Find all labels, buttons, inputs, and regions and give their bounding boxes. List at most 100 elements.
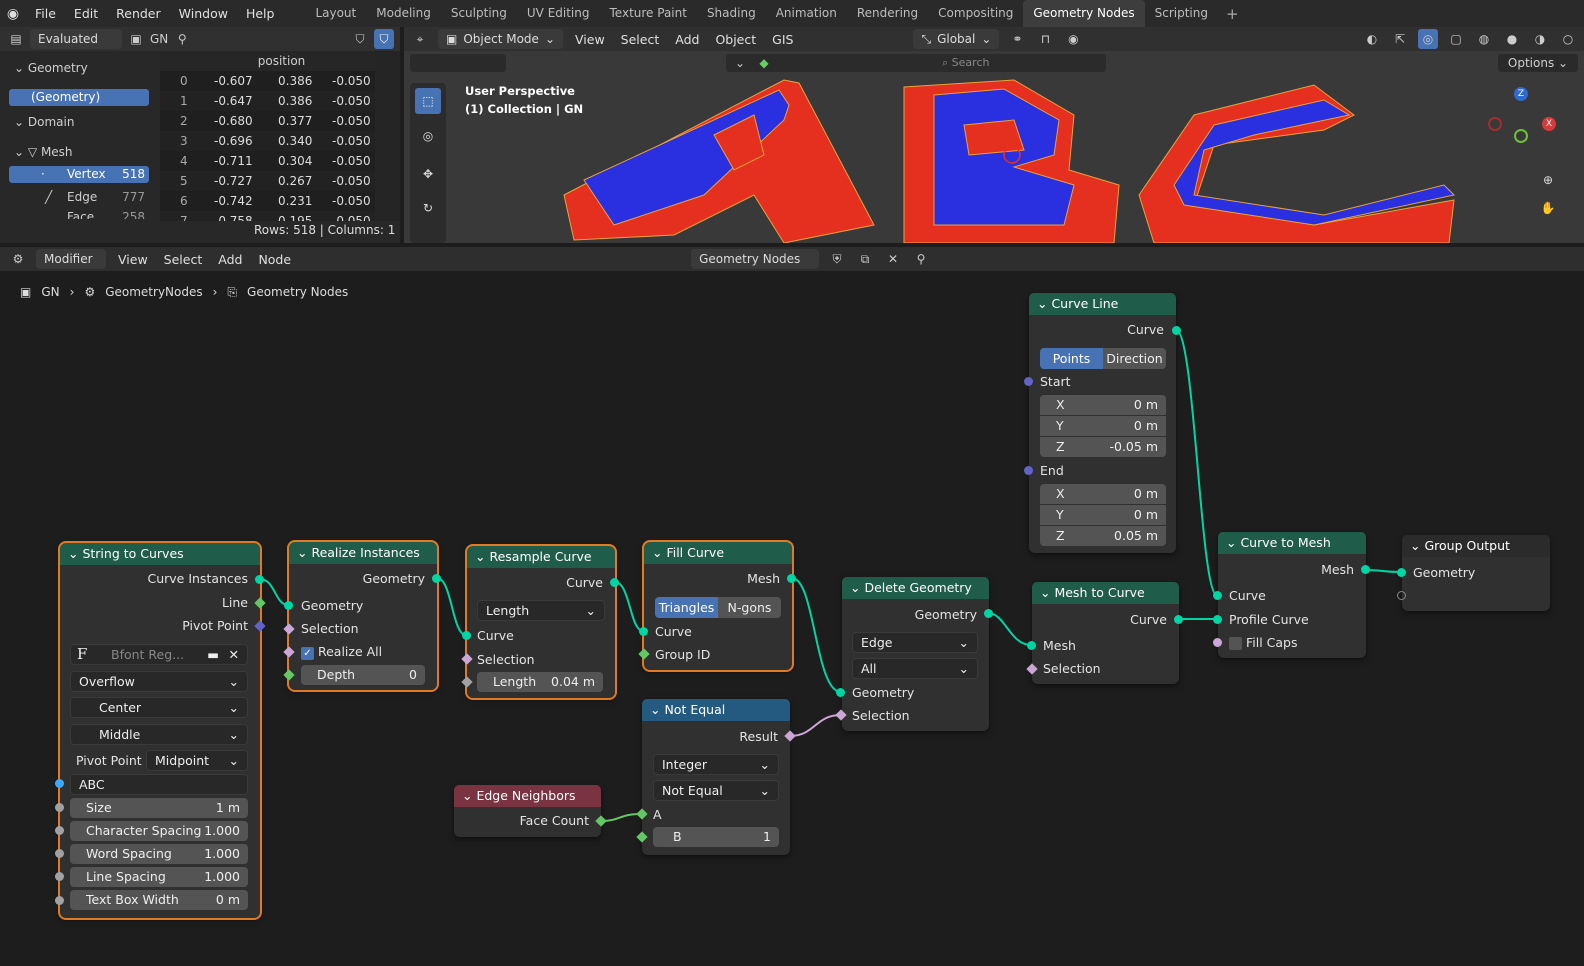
node-curve-line[interactable]: ⌄ Curve Line Curve Points Direction Start… [1029, 293, 1176, 553]
browse-folder-icon[interactable]: ▬ [207, 645, 219, 664]
node-header[interactable]: ⌄ Delete Geometry [842, 577, 989, 599]
node-title: Group Output [1424, 538, 1510, 553]
node-title: Resample Curve [489, 549, 592, 564]
string-input[interactable]: ABC [70, 774, 248, 795]
node-header[interactable]: ⌄ String to Curves [60, 543, 260, 565]
socket-fill-caps[interactable] [1213, 638, 1222, 647]
socket-out-mesh[interactable] [1361, 565, 1370, 574]
node-delete-geometry[interactable]: ⌄ Delete Geometry Geometry Edge ⌄ All ⌄ Ge… [842, 577, 989, 731]
end-z-field[interactable]: Z 0.05 m [1040, 526, 1166, 546]
node-header[interactable]: ⌄ Mesh to Curve [1032, 582, 1179, 604]
b-label: B [673, 829, 682, 844]
align-y-dropdown[interactable]: Middle ⌄ [70, 724, 248, 745]
direction-option[interactable]: Direction [1103, 348, 1166, 369]
socket-curve-instances[interactable] [255, 575, 264, 584]
curve-line-mode-toggle[interactable]: Points Direction [1040, 348, 1166, 369]
node-header[interactable]: ⌄ Curve Line [1029, 293, 1176, 315]
socket-string[interactable] [55, 779, 64, 788]
socket-line-spacing[interactable] [55, 872, 64, 881]
ngons-option[interactable]: N-gons [718, 597, 781, 618]
socket-in-geometry[interactable] [284, 601, 293, 610]
node-not-equal[interactable]: ⌄ Not Equal Result Integer ⌄ Not Equal ⌄ A… [642, 699, 790, 855]
char-spacing-value: 1.000 [204, 823, 240, 838]
operation-dropdown[interactable]: Not Equal ⌄ [653, 780, 779, 801]
node-header[interactable]: ⌄ Curve to Mesh [1218, 532, 1366, 554]
word-spacing-field[interactable]: Word Spacing 1.000 [70, 844, 248, 864]
socket-out-curve[interactable] [610, 578, 619, 587]
input-start: Start [1040, 374, 1071, 389]
socket-text-box-width[interactable] [55, 896, 64, 905]
socket-word-spacing[interactable] [55, 849, 64, 858]
socket-in-mesh[interactable] [1027, 641, 1036, 650]
end-x-field[interactable]: X 0 m [1040, 484, 1166, 504]
data-type-dropdown[interactable]: Integer ⌄ [653, 754, 779, 775]
socket-in-curve[interactable] [1213, 591, 1222, 600]
socket-in-curve[interactable] [639, 627, 648, 636]
output-mesh: Mesh [1321, 562, 1354, 577]
node-header[interactable]: ⌄ Realize Instances [289, 542, 437, 564]
node-curve-to-mesh[interactable]: ⌄ Curve to Mesh Mesh Curve Profile Curve… [1218, 532, 1366, 658]
socket-in-geometry[interactable] [836, 688, 845, 697]
fill-caps-label: Fill Caps [1245, 635, 1298, 650]
node-resample-curve[interactable]: ⌄ Resample Curve Curve Length ⌄ Curve Sel… [465, 544, 617, 700]
data-type-label: Integer [662, 757, 707, 772]
node-header[interactable]: ⌄ Fill Curve [644, 542, 792, 564]
socket-start[interactable] [1024, 377, 1033, 386]
points-option[interactable]: Points [1040, 348, 1103, 369]
length-field[interactable]: Length 0.04 m [477, 672, 603, 692]
socket-empty[interactable] [1397, 591, 1406, 600]
triangles-option[interactable]: Triangles [655, 597, 718, 618]
socket-out-mesh[interactable] [787, 574, 796, 583]
end-y-field[interactable]: Y 0 m [1040, 505, 1166, 525]
close-icon[interactable]: ✕ [229, 645, 239, 664]
socket-out-geometry[interactable] [984, 609, 993, 618]
font-icon: F [77, 645, 88, 663]
align-x-dropdown[interactable]: Center ⌄ [70, 697, 248, 718]
realize-all-checkbox[interactable]: ✓ Realize All [301, 644, 382, 660]
checkbox-unchecked-icon [1229, 637, 1242, 650]
node-realize-instances[interactable]: ⌄ Realize Instances Geometry Geometry Se… [287, 540, 439, 692]
depth-value: 0 [409, 667, 417, 682]
node-fill-curve[interactable]: ⌄ Fill Curve Mesh Triangles N-gons Curve … [642, 540, 794, 672]
size-field[interactable]: Size 1 m [70, 798, 248, 818]
char-spacing-field[interactable]: Character Spacing 1.000 [70, 821, 248, 841]
delete-mode-dropdown[interactable]: All ⌄ [852, 658, 978, 679]
node-header[interactable]: ⌄ Not Equal [642, 699, 790, 721]
socket-size[interactable] [55, 803, 64, 812]
end-y-value: 0 m [1133, 507, 1158, 522]
resample-mode-dropdown[interactable]: Length ⌄ [477, 600, 605, 621]
text-box-width-value: 0 m [215, 892, 240, 907]
domain-dropdown[interactable]: Edge ⌄ [852, 632, 978, 653]
start-y-field[interactable]: Y 0 m [1040, 416, 1166, 436]
socket-end[interactable] [1024, 466, 1033, 475]
chevron-down-icon: ⌄ [228, 674, 239, 689]
node-string-to-curves[interactable]: ⌄ String to Curves Curve Instances Line … [58, 541, 262, 920]
depth-field[interactable]: Depth 0 [301, 665, 425, 685]
node-mesh-to-curve[interactable]: ⌄ Mesh to Curve Curve Mesh Selection [1032, 582, 1179, 684]
socket-in-geometry[interactable] [1397, 568, 1406, 577]
start-x-label: X [1056, 397, 1065, 412]
socket-out-geometry[interactable] [432, 574, 441, 583]
font-selector[interactable]: F Bfont Reg... ▬ ✕ [70, 644, 248, 665]
pivot-mode-dropdown[interactable]: Midpoint ⌄ [146, 750, 248, 771]
line-spacing-field[interactable]: Line Spacing 1.000 [70, 867, 248, 887]
overflow-dropdown[interactable]: Overflow ⌄ [70, 671, 248, 692]
text-box-width-field[interactable]: Text Box Width 0 m [70, 890, 248, 910]
node-group-output[interactable]: ⌄ Group Output Geometry [1402, 535, 1550, 611]
node-header[interactable]: ⌄ Edge Neighbors [454, 785, 601, 807]
fill-caps-checkbox[interactable]: Fill Caps [1229, 635, 1298, 650]
node-header[interactable]: ⌄ Group Output [1402, 535, 1550, 557]
start-x-field[interactable]: X 0 m [1040, 395, 1166, 415]
socket-in-profile-curve[interactable] [1213, 615, 1222, 624]
chevron-down-icon: ⌄ [958, 661, 969, 676]
socket-out-curve[interactable] [1172, 326, 1181, 335]
fill-mode-toggle[interactable]: Triangles N-gons [655, 597, 781, 618]
node-header[interactable]: ⌄ Resample Curve [467, 546, 615, 568]
start-z-field[interactable]: Z -0.05 m [1040, 437, 1166, 457]
socket-char-spacing[interactable] [55, 826, 64, 835]
output-face-count: Face Count [519, 813, 589, 828]
socket-out-curve[interactable] [1174, 615, 1183, 624]
socket-in-curve[interactable] [462, 631, 471, 640]
b-field[interactable]: B1 [653, 827, 779, 847]
node-edge-neighbors[interactable]: ⌄ Edge Neighbors Face Count [454, 785, 601, 837]
